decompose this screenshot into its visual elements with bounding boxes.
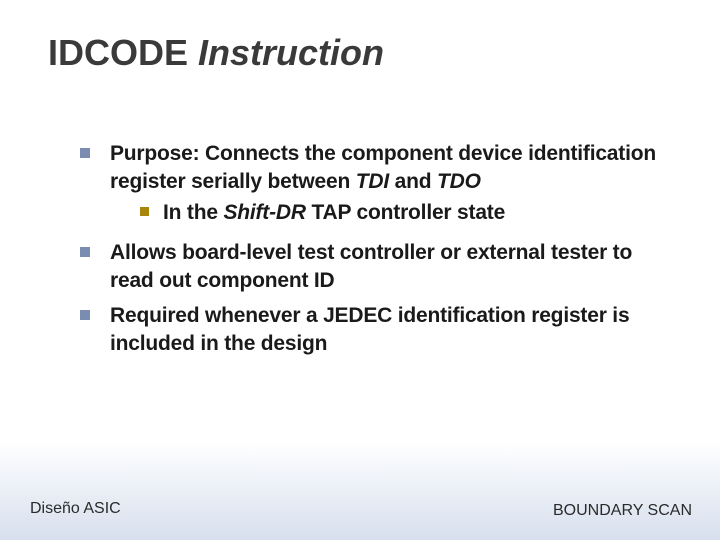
bullet-marker-icon <box>80 310 90 320</box>
bullet-item: Purpose: Connects the component device i… <box>80 140 660 233</box>
sub-bullet-text: In the Shift-DR TAP controller state <box>163 199 505 227</box>
footer-left: Diseño ASIC <box>30 500 121 518</box>
bullet-text: Required whenever a JEDEC identification… <box>110 302 660 359</box>
title-word-1: IDCODE <box>48 32 188 73</box>
text-run: In the <box>163 201 223 224</box>
title-word-2: Instruction <box>198 32 384 73</box>
text-run-italic: Shift-DR <box>223 201 305 224</box>
slide-content: Purpose: Connects the component device i… <box>80 140 660 364</box>
bullet-marker-icon <box>80 148 90 158</box>
slide: IDCODE Instruction Purpose: Connects the… <box>0 0 720 540</box>
text-run: Required whenever a JEDEC identification… <box>110 304 629 355</box>
footer-right: BOUNDARY SCAN <box>553 502 692 520</box>
text-run: and <box>389 170 437 193</box>
text-run-italic: TDO <box>437 170 481 193</box>
bullet-text: Allows board-level test controller or ex… <box>110 239 660 296</box>
slide-title: IDCODE Instruction <box>48 32 384 74</box>
text-run: TAP controller state <box>306 201 505 224</box>
text-run: Allows board-level test controller or ex… <box>110 241 632 292</box>
bullet-text: Purpose: Connects the component device i… <box>110 140 660 233</box>
sub-bullet-item: In the Shift-DR TAP controller state <box>140 199 660 227</box>
text-run-italic: TDI <box>356 170 389 193</box>
bullet-item: Allows board-level test controller or ex… <box>80 239 660 296</box>
bullet-marker-icon <box>80 247 90 257</box>
sub-bullet-marker-icon <box>140 207 149 216</box>
bullet-item: Required whenever a JEDEC identification… <box>80 302 660 359</box>
